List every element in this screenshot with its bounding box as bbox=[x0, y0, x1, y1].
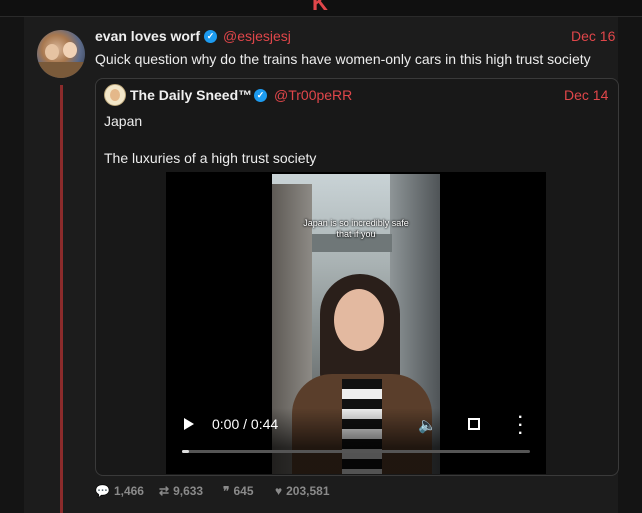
avatar[interactable] bbox=[37, 30, 85, 78]
verified-badge-icon: ✓ bbox=[254, 89, 267, 102]
heart-icon: ♥ bbox=[275, 484, 283, 498]
avatar-face bbox=[63, 42, 77, 58]
like-count[interactable]: ♥ 203,581 bbox=[275, 484, 330, 498]
repost-count[interactable]: ⇄ 9,633 bbox=[159, 484, 203, 498]
avatar-shirt bbox=[37, 62, 85, 78]
quoted-text-line: Japan bbox=[104, 113, 143, 129]
video-player[interactable]: Japan is so incredibly safe that if you … bbox=[96, 172, 616, 474]
post-date[interactable]: Dec 16 bbox=[571, 28, 615, 44]
app-logo[interactable]: K bbox=[312, 0, 328, 14]
quoted-handle[interactable]: @Tr00peRR bbox=[274, 87, 352, 103]
quote-count-value: 645 bbox=[233, 484, 254, 498]
top-bar: K bbox=[0, 0, 642, 17]
video-progress-fill bbox=[182, 450, 189, 453]
video-time: 0:00 / 0:44 bbox=[212, 416, 279, 432]
repost-count-value: 9,633 bbox=[173, 484, 204, 498]
play-icon[interactable] bbox=[184, 418, 194, 430]
thread-line bbox=[60, 85, 63, 513]
author-name[interactable]: evan loves worf bbox=[95, 28, 200, 44]
video-controls: 0:00 / 0:44 🔈 · · · bbox=[166, 408, 546, 474]
author-handle[interactable]: @esjesjesj bbox=[223, 28, 291, 44]
video-progress-bar[interactable] bbox=[182, 450, 530, 453]
reply-count-value: 1,466 bbox=[113, 484, 144, 498]
quote-icon: ❞ bbox=[223, 484, 230, 498]
video-caption: Japan is so incredibly safe that if you bbox=[303, 218, 409, 239]
quote-count[interactable]: ❞ 645 bbox=[223, 484, 254, 498]
fullscreen-icon[interactable] bbox=[468, 418, 480, 430]
quoted-author-name[interactable]: The Daily Sneed™ bbox=[130, 87, 252, 103]
speech-bubble-icon: 💬 bbox=[95, 484, 110, 498]
repost-icon: ⇄ bbox=[159, 484, 170, 498]
reply-count[interactable]: 💬 1,466 bbox=[95, 484, 144, 498]
verified-badge-icon: ✓ bbox=[204, 30, 217, 43]
quoted-avatar[interactable] bbox=[104, 84, 126, 106]
video-person-face bbox=[334, 289, 384, 351]
quoted-text-line: The luxuries of a high trust society bbox=[104, 150, 317, 166]
avatar-face bbox=[45, 44, 59, 60]
quoted-date[interactable]: Dec 14 bbox=[564, 87, 608, 103]
volume-icon[interactable]: 🔈 bbox=[418, 416, 437, 434]
post-text: Quick question why do the trains have wo… bbox=[95, 51, 591, 67]
more-vertical-icon[interactable]: · · · bbox=[518, 410, 523, 442]
like-count-value: 203,581 bbox=[286, 484, 330, 498]
